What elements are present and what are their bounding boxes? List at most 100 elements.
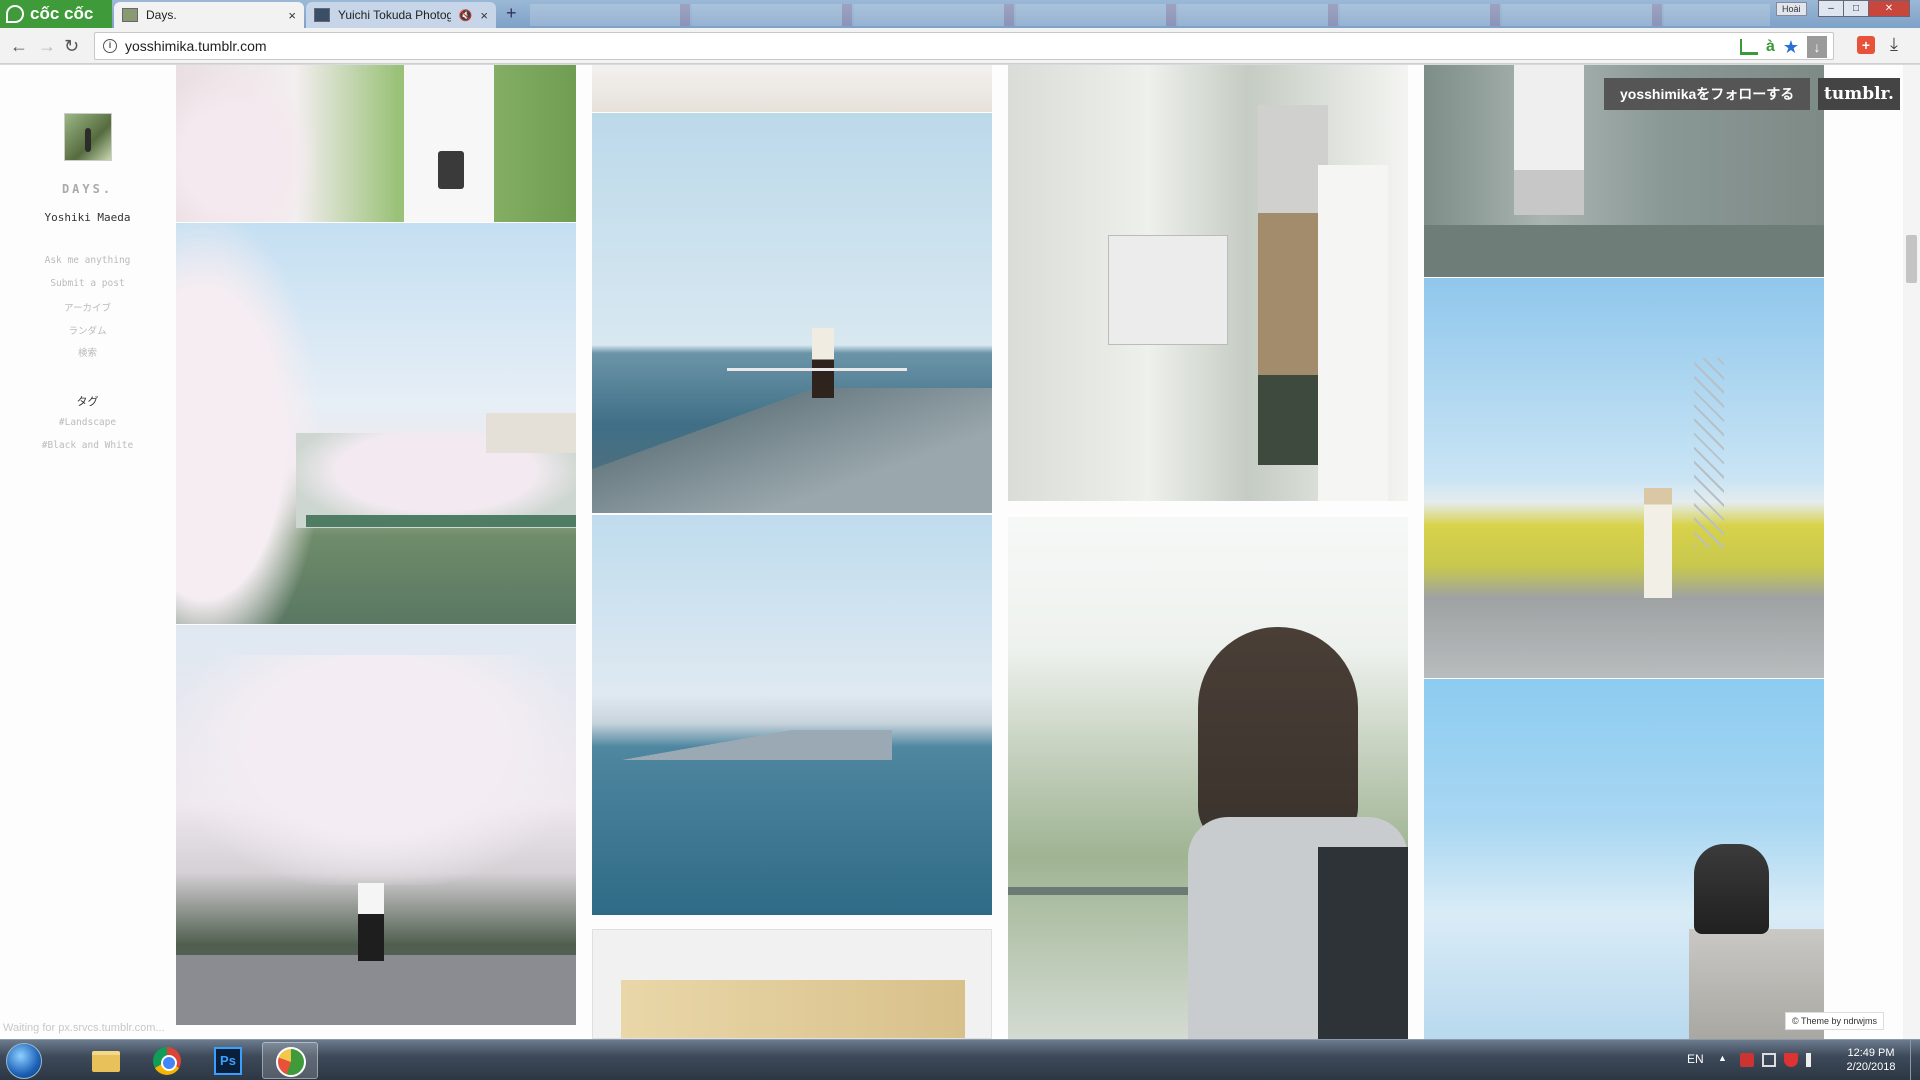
tab-close-icon[interactable]: × — [288, 8, 296, 23]
nav-submit[interactable]: Submit a post — [0, 278, 175, 289]
page-scrollbar[interactable] — [1903, 65, 1920, 1039]
tag-black-and-white[interactable]: #Black and White — [0, 440, 175, 451]
nav-search[interactable]: 検索 — [0, 345, 175, 359]
chrome-icon — [153, 1047, 181, 1075]
clock-date: 2/20/2018 — [1846, 1061, 1896, 1073]
browser-toolbar: ← → ↻ i yosshimika.tumblr.com à ★ ↓ + ⤓ — [0, 28, 1920, 64]
photo-dancing-figure — [1644, 488, 1672, 598]
coccoc-logo-icon — [6, 5, 24, 23]
taskbar-coccoc[interactable] — [262, 1042, 318, 1079]
photo-figure-dress — [404, 65, 494, 222]
background-tabs[interactable] — [530, 4, 1770, 26]
photo-sitting-figure — [1694, 844, 1769, 934]
coccoc-menu-button[interactable]: cốc cốc — [0, 0, 112, 28]
tab-favicon-icon — [122, 8, 138, 22]
photo-mountain — [612, 730, 892, 760]
photo-walking-figure — [358, 883, 384, 961]
reload-button[interactable]: ↻ — [64, 36, 79, 57]
nav-ask[interactable]: Ask me anything — [0, 255, 175, 266]
profile-badge[interactable]: Hoài — [1776, 2, 1807, 16]
tab-title: Yuichi Tokuda Photogr — [338, 8, 451, 22]
bookmark-star-icon[interactable]: ★ — [1783, 37, 1799, 58]
start-button[interactable] — [6, 1043, 42, 1079]
photo-hair — [1198, 627, 1358, 847]
tab-yuichi-tokuda[interactable]: Yuichi Tokuda Photogr 🔇 × — [306, 2, 496, 28]
network-icon[interactable] — [1762, 1053, 1776, 1067]
volume-icon[interactable] — [1806, 1053, 1820, 1067]
new-tab-button[interactable]: + — [506, 3, 517, 24]
photo-wall — [1318, 165, 1388, 501]
url-text[interactable]: yosshimika.tumblr.com — [125, 38, 267, 54]
tray-expand-icon[interactable]: ▲ — [1718, 1053, 1727, 1063]
tab-title: Days. — [146, 8, 177, 22]
tumblr-logo[interactable]: tumblr. — [1818, 78, 1900, 110]
photo-building — [486, 413, 576, 453]
photo-railing — [727, 368, 907, 371]
windows-taskbar: Ps EN ▲ 12:49 PM 2/20/2018 — [0, 1039, 1920, 1080]
photo-balcony-woman[interactable] — [1008, 65, 1408, 501]
loading-status: Waiting for px.srvcs.tumblr.com... — [3, 1022, 165, 1034]
photo-cherry-camera[interactable] — [176, 65, 576, 222]
omnibox-actions: à ★ ↓ — [1739, 36, 1827, 58]
page-viewport: DAYS. Yoshiki Maeda Ask me anything Subm… — [0, 65, 1920, 1039]
taskbar-photoshop[interactable]: Ps — [200, 1042, 256, 1079]
close-window-button[interactable]: ✕ — [1868, 0, 1910, 17]
site-info-icon[interactable]: i — [103, 39, 117, 53]
photo-ac-unit — [1108, 235, 1228, 345]
photo-sea-mountain[interactable] — [592, 515, 992, 915]
photo-cherry-road[interactable] — [176, 625, 576, 1025]
language-indicator[interactable]: EN — [1687, 1052, 1704, 1080]
blog-avatar[interactable] — [64, 113, 112, 161]
tab-favicon-icon — [314, 8, 330, 22]
shopping-cart-icon[interactable] — [1739, 39, 1758, 55]
photo-pier-woman[interactable] — [592, 113, 992, 513]
blog-author: Yoshiki Maeda — [44, 211, 131, 224]
tab-close-icon[interactable]: × — [480, 8, 488, 23]
photo-cherry-bridge[interactable] — [176, 223, 576, 624]
taskbar-explorer[interactable] — [76, 1042, 132, 1079]
minimize-button[interactable]: – — [1818, 0, 1844, 17]
scrollbar-thumb[interactable] — [1906, 235, 1917, 283]
photo-girl-backpack[interactable] — [1008, 517, 1408, 1039]
back-button[interactable]: ← — [10, 36, 28, 57]
tags-heading: タグ — [76, 395, 99, 408]
vietnamese-input-icon[interactable]: à — [1766, 38, 1775, 56]
folder-icon — [92, 1051, 120, 1072]
photoshop-icon: Ps — [214, 1047, 242, 1075]
clock-time: 12:49 PM — [1847, 1047, 1895, 1059]
maximize-button[interactable]: □ — [1843, 0, 1869, 17]
show-desktop-button[interactable] — [1910, 1040, 1920, 1080]
tab-mute-icon[interactable]: 🔇 — [459, 9, 473, 22]
photo-standing-figure — [812, 328, 834, 398]
photo-legs — [1514, 65, 1584, 215]
address-bar[interactable]: i yosshimika.tumblr.com à ★ ↓ — [94, 32, 1834, 60]
follow-button[interactable]: yosshimikaをフォローする — [1604, 78, 1811, 110]
media-download-icon[interactable]: ↓ — [1807, 36, 1827, 58]
photo-sky-sitter[interactable] — [1424, 679, 1824, 1039]
downloads-icon[interactable]: ⤓ — [1890, 34, 1898, 55]
blog-title[interactable]: DAYS. — [0, 182, 175, 196]
photo-field-pylon[interactable] — [1424, 278, 1824, 678]
extension-icon[interactable]: + — [1857, 36, 1875, 54]
taskbar-chrome[interactable] — [138, 1042, 194, 1079]
action-center-flag-icon[interactable] — [1740, 1053, 1754, 1067]
forward-button[interactable]: → — [38, 36, 56, 57]
nav-archive[interactable]: アーカイブ — [0, 300, 175, 314]
theme-credit[interactable]: © Theme by ndrwjms — [1785, 1012, 1884, 1030]
tag-landscape[interactable]: #Landscape — [0, 417, 175, 428]
photo-sand[interactable] — [592, 65, 992, 112]
tab-days[interactable]: Days. × — [114, 2, 304, 28]
system-clock[interactable]: 12:49 PM 2/20/2018 — [1836, 1046, 1906, 1074]
photo-backpack — [1318, 847, 1408, 1039]
photo-camera — [438, 151, 464, 189]
coccoc-icon — [276, 1047, 306, 1077]
photo-pier — [592, 388, 992, 513]
browser-tab-strip: cốc cốc Days. × Yuichi Tokuda Photogr 🔇 … — [0, 0, 1920, 28]
security-shield-icon[interactable] — [1784, 1053, 1798, 1067]
photo-road — [176, 955, 576, 1025]
photo-polaroid[interactable] — [592, 929, 992, 1039]
photo-pylon — [1694, 358, 1724, 548]
nav-random[interactable]: ランダム — [0, 323, 175, 337]
photo-bridge — [306, 515, 576, 527]
blog-sidebar: DAYS. Yoshiki Maeda Ask me anything Subm… — [0, 65, 175, 1039]
